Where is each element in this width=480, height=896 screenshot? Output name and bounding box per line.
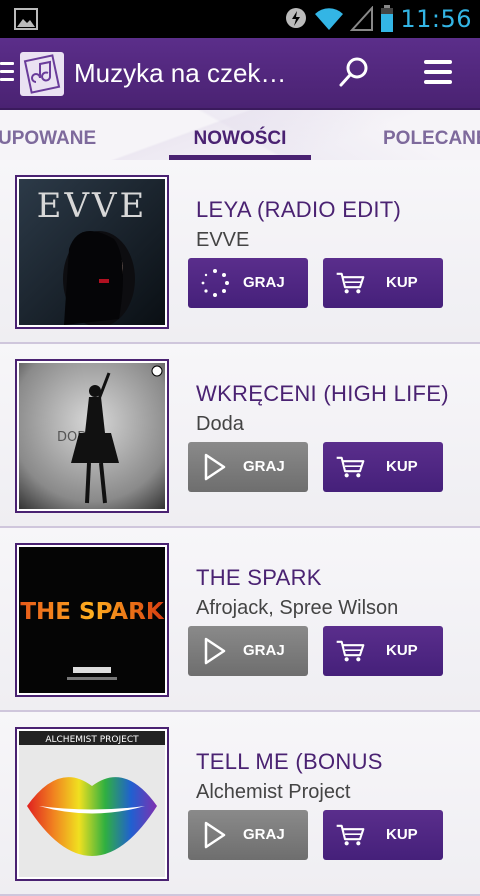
loading-spinner-icon	[201, 269, 229, 297]
play-button[interactable]: GRAJ	[188, 442, 308, 492]
play-label: GRAJ	[243, 826, 285, 843]
album-cover[interactable]: ALCHEMIST PROJECT	[15, 727, 169, 881]
song-title: THE SPARK	[196, 565, 322, 590]
buy-button[interactable]: KUP	[323, 626, 443, 676]
buy-label: KUP	[386, 274, 418, 291]
album-cover[interactable]: EVVE	[15, 175, 169, 329]
song-title: LEYA (RADIO EDIT)	[196, 197, 402, 222]
cover-text: ALCHEMIST PROJECT	[45, 735, 139, 745]
action-bar: Muzyka na czek…	[0, 38, 480, 110]
song-artist: Alchemist Project	[196, 781, 351, 803]
tab-nowosci[interactable]: NOWOŚCI	[169, 128, 311, 150]
cart-icon	[336, 824, 365, 846]
tab-upowane[interactable]: UPOWANE	[0, 128, 96, 150]
song-title: TELL ME (BONUS	[196, 749, 383, 774]
buy-button[interactable]: KUP	[323, 810, 443, 860]
play-icon	[204, 637, 226, 665]
play-label: GRAJ	[243, 642, 285, 659]
play-button[interactable]: GRAJ	[188, 258, 308, 308]
song-title: WKRĘCENI (HIGH LIFE)	[196, 381, 449, 406]
buy-label: KUP	[386, 458, 418, 475]
buy-label: KUP	[386, 642, 418, 659]
drawer-indicator-icon[interactable]	[0, 62, 14, 86]
clock: 11:56	[400, 5, 472, 33]
album-cover[interactable]: THE SPARK	[15, 543, 169, 697]
cart-icon	[336, 456, 365, 478]
cart-icon	[336, 272, 365, 294]
album-cover[interactable]: DODA	[15, 359, 169, 513]
menu-icon[interactable]	[424, 60, 452, 90]
tab-polecane[interactable]: POLECANE	[383, 128, 480, 150]
buy-button[interactable]: KUP	[323, 442, 443, 492]
play-label: GRAJ	[243, 458, 285, 475]
play-button[interactable]: GRAJ	[188, 810, 308, 860]
app-title: Muzyka na czek…	[74, 58, 287, 88]
buy-button[interactable]: KUP	[323, 258, 443, 308]
cart-icon	[336, 640, 365, 662]
song-row[interactable]: ALCHEMIST PROJECT TELL ME (BONUS Alchemi…	[0, 712, 480, 896]
play-label: GRAJ	[243, 274, 285, 291]
song-artist: Doda	[196, 413, 244, 435]
signal-icon	[350, 6, 374, 31]
song-row[interactable]: EVVE LEYA (RADIO EDIT) EVVE GRAJ KUP	[0, 160, 480, 344]
song-artist: EVVE	[196, 229, 250, 251]
play-icon	[204, 453, 226, 481]
cover-text: EVVE	[37, 186, 148, 226]
play-icon	[204, 821, 226, 849]
search-icon[interactable]	[338, 56, 370, 88]
app-music-icon[interactable]	[20, 52, 64, 96]
buy-label: KUP	[386, 826, 418, 843]
battery-icon	[381, 5, 394, 32]
song-row[interactable]: THE SPARK THE SPARK Afrojack, Spree Wils…	[0, 528, 480, 712]
play-button[interactable]: GRAJ	[188, 626, 308, 676]
song-row[interactable]: DODA WKRĘCENI (HIGH LIFE) Doda GRAJ KUP	[0, 344, 480, 528]
status-bar: 11:56	[0, 0, 480, 38]
cover-text: THE SPARK	[20, 599, 164, 625]
song-list: EVVE LEYA (RADIO EDIT) EVVE GRAJ KUP DOD…	[0, 160, 480, 896]
song-artist: Afrojack, Spree Wilson	[196, 597, 399, 619]
battery-saver-icon	[286, 8, 307, 28]
wifi-icon	[315, 8, 344, 30]
image-icon	[14, 8, 38, 30]
